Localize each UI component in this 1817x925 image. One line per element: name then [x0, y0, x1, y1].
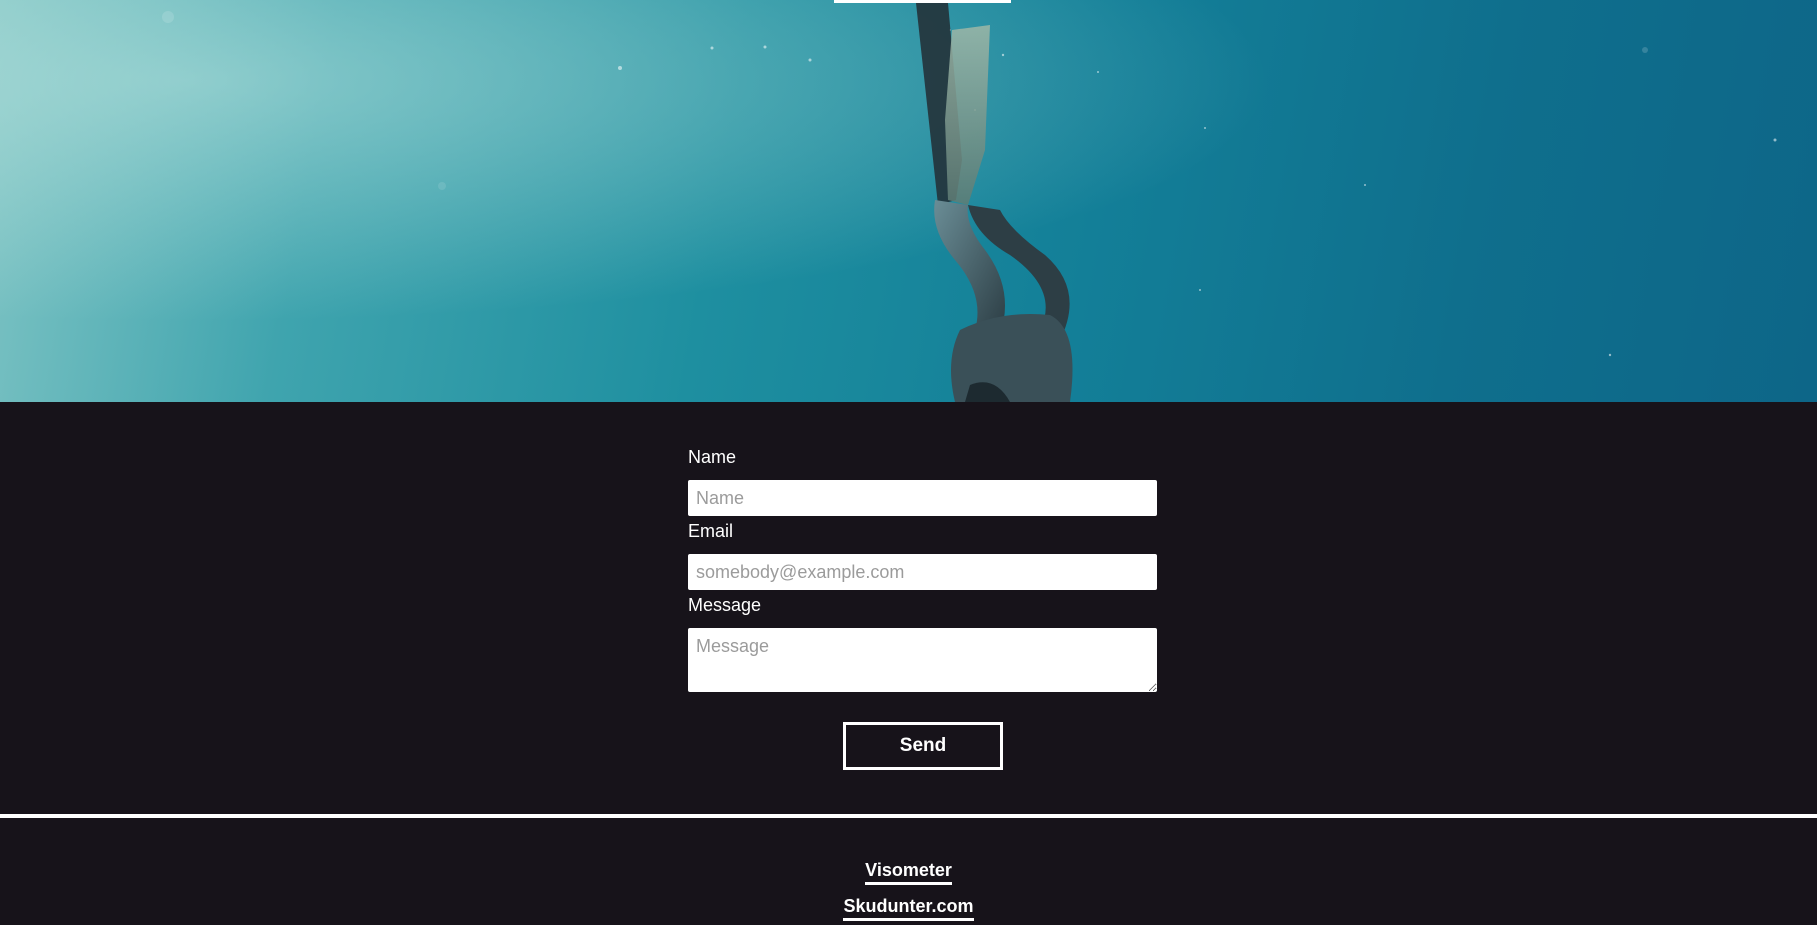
name-input[interactable]	[688, 480, 1157, 516]
hero-top-indicator	[834, 0, 1011, 3]
contact-form: Name Email Message	[688, 446, 1157, 692]
name-label: Name	[688, 447, 737, 467]
freediver-illustration	[0, 0, 1817, 402]
message-textarea[interactable]	[688, 628, 1157, 692]
footer-links: Visometer Skudunter.com	[0, 858, 1817, 921]
footer-link-skudunter[interactable]: Skudunter.com	[843, 894, 974, 921]
hero-image	[0, 0, 1817, 402]
send-button[interactable]: Send	[843, 722, 1003, 770]
section-divider	[0, 814, 1817, 818]
email-input[interactable]	[688, 554, 1157, 590]
footer-link-visometer[interactable]: Visometer	[865, 858, 952, 885]
message-label: Message	[688, 595, 762, 615]
email-label: Email	[688, 521, 734, 541]
